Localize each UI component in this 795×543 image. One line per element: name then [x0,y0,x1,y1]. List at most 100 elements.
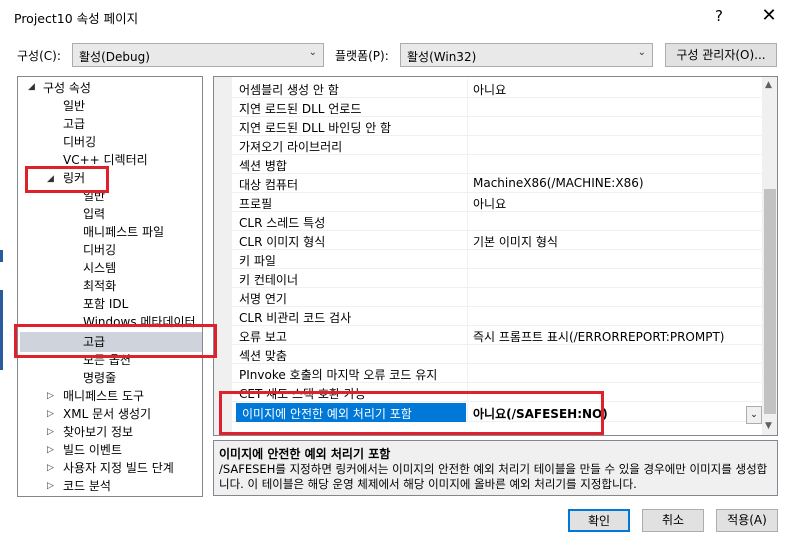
collapsed-arrow-icon[interactable]: ▷ [47,409,54,419]
grid-row-selected[interactable]: 이미지에 안전한 예외 처리기 포함 아니요(/SAFESEH:NO) [232,403,762,422]
tree-item[interactable]: 빌드 이벤트 [63,441,122,459]
ok-button[interactable]: 확인 [568,509,630,532]
help-button[interactable]: ? [706,4,732,28]
grid-row[interactable]: 서명 연기 [232,288,762,307]
column-divider [467,231,468,250]
tree-item[interactable]: 포함 IDL [83,295,128,313]
property-name: 섹션 맞춤 [239,349,287,363]
column-divider [467,403,468,422]
grid-row[interactable]: 가져오기 라이브러리 [232,136,762,155]
collapsed-arrow-icon[interactable]: ▷ [47,463,54,473]
chevron-down-icon[interactable]: ⌄ [746,406,762,424]
tree-item[interactable]: VC++ 디렉터리 [63,151,148,169]
tree-item[interactable]: 디버깅 [83,241,116,259]
collapsed-arrow-icon[interactable]: ▷ [47,481,54,491]
scroll-up-icon[interactable]: ▲ [765,80,772,90]
tree-item[interactable]: 입력 [83,205,105,223]
tree-item[interactable]: 디버깅 [63,133,96,151]
property-name: CLR 비관리 코드 검사 [239,311,352,325]
property-name: 키 파일 [239,254,276,268]
property-name: CET 섀도 스택 호환 가능 [239,387,366,401]
property-value: 아니요 [473,83,507,97]
vertical-scrollbar[interactable]: ▲ ▼ [762,77,777,435]
platform-combobox[interactable]: 활성(Win32) ⌄ [400,43,653,67]
property-name: 대상 컴퓨터 [239,178,299,192]
column-divider [467,307,468,326]
tree-item[interactable]: 사용자 지정 빌드 단계 [63,459,174,477]
close-button[interactable]: ✕ [756,4,782,28]
column-divider [467,288,468,307]
expanded-arrow-icon[interactable]: ◢ [28,82,35,92]
tree-item[interactable]: 매니페스트 도구 [63,387,144,405]
grid-row[interactable]: 섹션 병합 [232,155,762,174]
property-value: MachineX86(/MACHINE:X86) [473,176,644,190]
platform-value: 활성(Win32) [407,50,477,64]
grid-row[interactable]: CLR 이미지 형식 기본 이미지 형식 [232,231,762,250]
tree-item[interactable]: 찾아보기 정보 [63,423,133,441]
chevron-down-icon: ⌄ [308,47,317,58]
property-name: 지연 로드된 DLL 언로드 [239,102,362,116]
column-divider [467,174,468,193]
collapsed-arrow-icon[interactable]: ▷ [47,445,54,455]
grid-row[interactable]: 지연 로드된 DLL 바인딩 안 함 [232,117,762,136]
grid-row[interactable]: 지연 로드된 DLL 언로드 [232,98,762,117]
property-name: 어셈블리 생성 안 함 [239,83,339,97]
grid-row[interactable]: PInvoke 호출의 마지막 오류 코드 유지 [232,364,762,383]
column-divider [467,117,468,136]
tree-item[interactable]: 일반 [63,97,85,115]
tree-item[interactable]: 명령줄 [83,369,116,387]
property-name: CLR 이미지 형식 [239,235,326,249]
property-name: PInvoke 호출의 마지막 오류 코드 유지 [239,368,438,382]
apply-button[interactable]: 적용(A) [716,509,778,532]
config-manager-button[interactable]: 구성 관리자(O)... [665,43,777,67]
column-divider [467,364,468,383]
scroll-down-icon[interactable]: ▼ [765,421,772,431]
expanded-arrow-icon[interactable]: ◢ [47,174,54,184]
collapsed-arrow-icon[interactable]: ▷ [47,427,54,437]
grid-row[interactable]: 대상 컴퓨터 MachineX86(/MACHINE:X86) [232,174,762,193]
grid-row[interactable]: 오류 보고 즉시 프롬프트 표시(/ERRORREPORT:PROMPT) [232,326,762,345]
tree-item[interactable]: 구성 속성 [43,79,91,97]
column-divider [467,345,468,364]
column-divider [467,155,468,174]
property-name: 키 컨테이너 [239,273,299,287]
tree-item[interactable]: 매니페스트 파일 [83,223,164,241]
property-value[interactable]: 아니요(/SAFESEH:NO) [473,405,608,422]
property-name: 오류 보고 [239,330,287,344]
tree-item[interactable]: Windows 메타데이터 [83,313,196,331]
property-grid: 어셈블리 생성 안 함 아니요 지연 로드된 DLL 언로드 지연 로드된 DLL 바… [213,76,778,436]
description-body: /SAFESEH를 지정하면 링커에서는 이미지의 안전한 예외 처리기 테이블… [219,462,768,491]
grid-row[interactable]: 프로필 아니요 [232,193,762,212]
grid-row[interactable]: 키 파일 [232,250,762,269]
background-window-edge [0,290,3,370]
property-value: 즉시 프롬프트 표시(/ERRORREPORT:PROMPT) [473,330,725,344]
grid-row[interactable]: 어셈블리 생성 안 함 아니요 [232,79,762,98]
property-name: 가져오기 라이브러리 [239,140,343,154]
tree-selection-highlight [20,332,202,352]
tree-item-linker[interactable]: 링커 [63,169,85,187]
tree-item[interactable]: 일반 [83,187,105,205]
tree-item[interactable]: 코드 분석 [63,477,111,495]
tree-item[interactable]: 시스템 [83,259,116,277]
config-combobox[interactable]: 활성(Debug) ⌄ [72,43,324,67]
tree-item[interactable]: 모든 옵션 [83,351,131,369]
column-divider [467,212,468,231]
property-value: 아니요 [473,197,507,211]
tree-item[interactable]: XML 문서 생성기 [63,405,151,423]
tree-item[interactable]: 최적화 [83,277,116,295]
grid-row[interactable]: CET 섀도 스택 호환 가능 [232,383,762,402]
grid-row[interactable]: CLR 비관리 코드 검사 [232,307,762,326]
config-value: 활성(Debug) [79,50,150,64]
grid-row[interactable]: 키 컨테이너 [232,269,762,288]
description-title: 이미지에 안전한 예외 처리기 포함 [219,447,391,461]
grid-gutter [214,77,232,435]
grid-row[interactable]: 섹션 맞춤 [232,345,762,364]
property-tree: ◢ 구성 속성 일반 고급 디버깅 VC++ 디렉터리 ◢ 링커 일반 입력 매… [17,76,203,497]
cancel-button[interactable]: 취소 [642,509,704,532]
scrollbar-thumb[interactable] [764,189,776,414]
grid-row[interactable]: CLR 스레드 특성 [232,212,762,231]
tree-item-advanced-selected[interactable]: 고급 [83,333,105,351]
collapsed-arrow-icon[interactable]: ▷ [47,391,54,401]
property-value: 기본 이미지 형식 [473,235,558,249]
tree-item[interactable]: 고급 [63,115,85,133]
